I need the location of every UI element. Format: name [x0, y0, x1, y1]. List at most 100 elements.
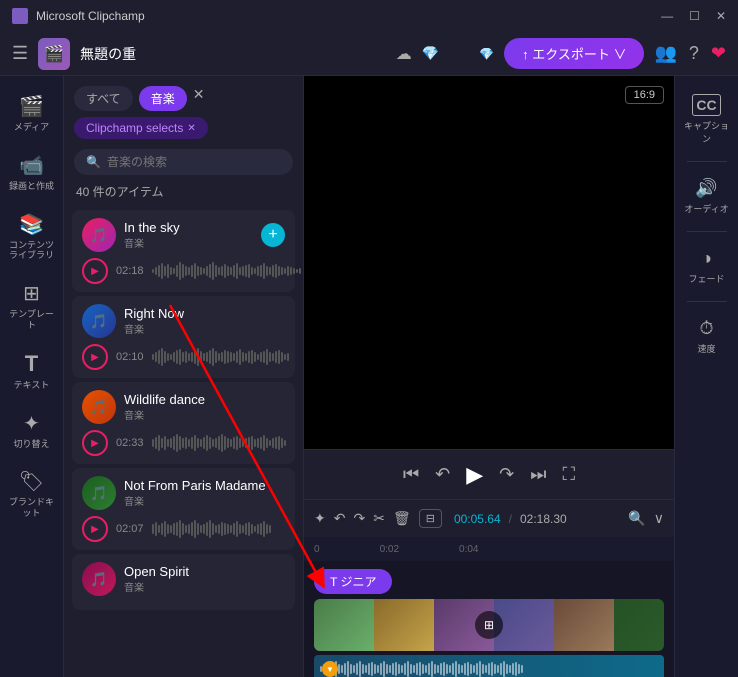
- music-item-3-waveform: [152, 433, 286, 453]
- music-item-4-controls: ▶ 02:07: [82, 516, 285, 542]
- audio-track[interactable]: ▼: [314, 655, 664, 677]
- play-button[interactable]: ▶: [466, 462, 483, 488]
- music-item-3[interactable]: 🎵 Wildlife dance 音楽 ▶ 02:33: [72, 382, 295, 464]
- music-item-1-title: In the sky: [124, 220, 253, 235]
- help-icon[interactable]: ?: [689, 43, 699, 64]
- video-track[interactable]: ⊞: [314, 599, 664, 651]
- app-title: Microsoft Clipchamp: [36, 9, 145, 23]
- seek-start-button[interactable]: ⏮: [403, 464, 419, 485]
- toolbar-right-actions: 👥 ? ❤: [654, 43, 726, 64]
- music-item-1-info: In the sky 音楽: [124, 220, 253, 250]
- sidebar-transitions-label: 切り替え: [13, 439, 49, 450]
- tag-close-icon[interactable]: ✕: [187, 123, 195, 134]
- sidebar-item-transitions[interactable]: ✦ 切り替え: [4, 403, 60, 458]
- search-input[interactable]: [107, 155, 281, 169]
- time-divider: /: [509, 512, 512, 526]
- music-item-1[interactable]: 🎵 In the sky 音楽 + ▶ 02:18: [72, 210, 295, 292]
- record-icon: 📹: [19, 153, 44, 178]
- music-item-2-duration: 02:10: [116, 351, 144, 363]
- filter-close-icon[interactable]: ✕: [193, 86, 205, 111]
- video-thumb-1: [314, 599, 374, 651]
- music-item-4-info: Not From Paris Madame 音楽: [124, 478, 285, 508]
- music-item-5[interactable]: 🎵 Open Spirit 音楽: [72, 554, 295, 610]
- timeline-redo-button[interactable]: ↷: [353, 510, 365, 527]
- timeline-cut-button[interactable]: ✂: [373, 510, 385, 527]
- tool-captions[interactable]: CC キャプション: [679, 86, 735, 153]
- project-title[interactable]: 無題の重: [80, 44, 386, 64]
- music-item-4-title: Not From Paris Madame: [124, 478, 285, 493]
- music-item-1-play-button[interactable]: ▶: [82, 258, 108, 284]
- filter-music[interactable]: 音楽: [139, 86, 187, 111]
- tool-separator-3: [687, 301, 727, 302]
- transitions-icon: ✦: [23, 411, 40, 436]
- close-button[interactable]: ✕: [716, 9, 726, 23]
- sidebar-item-record[interactable]: 📹 録画と作成: [4, 145, 60, 200]
- right-panel: 16:9 ⏮ ↶ ▶ ↷ ⏭ ⛶ ✦ ↶: [304, 76, 674, 677]
- music-item-4-play-button[interactable]: ▶: [82, 516, 108, 542]
- sidebar-library-label: コンテンツライブラリ: [8, 240, 56, 262]
- music-item-4[interactable]: 🎵 Not From Paris Madame 音楽 ▶ 02:07: [72, 468, 295, 550]
- timeline-undo-button[interactable]: ↶: [334, 510, 346, 527]
- music-item-2-play-button[interactable]: ▶: [82, 344, 108, 370]
- music-item-5-header: 🎵 Open Spirit 音楽: [82, 562, 285, 596]
- seek-end-button[interactable]: ⏭: [530, 464, 546, 485]
- timeline-tracks: T ジニア ⊞ ▼: [304, 561, 674, 677]
- tool-audio[interactable]: 🔊 オーディオ: [679, 170, 735, 223]
- cloud-save-icon[interactable]: ☁: [396, 44, 412, 64]
- music-item-5-subtitle: 音楽: [124, 579, 285, 594]
- window-controls[interactable]: — ☐ ✕: [661, 9, 726, 23]
- timeline-delete-button[interactable]: 🗑: [393, 510, 411, 527]
- audio-icon: 🔊: [695, 178, 717, 199]
- export-button[interactable]: ↑ エクスポート ∨: [504, 38, 644, 69]
- music-item-2-header: 🎵 Right Now 音楽: [82, 304, 285, 338]
- fullscreen-button[interactable]: ⛶: [562, 464, 575, 485]
- music-item-2-thumb: 🎵: [82, 304, 116, 338]
- skip-back-button[interactable]: ↶: [435, 464, 450, 485]
- music-item-3-thumb: 🎵: [82, 390, 116, 424]
- clipchamp-selects-tag[interactable]: Clipchamp selects ✕: [74, 117, 208, 139]
- text-track-label: T ジニア: [330, 573, 376, 590]
- video-thumb-5: [554, 599, 614, 651]
- app-logo: 🎬: [38, 38, 70, 70]
- music-item-1-header: 🎵 In the sky 音楽 +: [82, 218, 285, 252]
- filter-tabs: すべて 音楽 ✕: [64, 76, 303, 117]
- filter-all[interactable]: すべて: [74, 86, 133, 111]
- sidebar-item-library[interactable]: 📚 コンテンツライブラリ: [4, 204, 60, 270]
- minimize-button[interactable]: —: [661, 9, 673, 23]
- timeline-expand-button[interactable]: ∨: [654, 510, 664, 527]
- tool-speed[interactable]: ⏱ 速度: [679, 310, 735, 363]
- music-item-4-subtitle: 音楽: [124, 493, 285, 508]
- maximize-button[interactable]: ☐: [689, 9, 700, 23]
- heart-icon[interactable]: ❤: [711, 43, 726, 64]
- timeline-zoom-button[interactable]: 🔍: [628, 510, 645, 527]
- music-item-3-play-button[interactable]: ▶: [82, 430, 108, 456]
- music-item-4-header: 🎵 Not From Paris Madame 音楽: [82, 476, 285, 510]
- hamburger-menu[interactable]: ☰: [12, 43, 28, 64]
- sidebar-item-brand[interactable]: 🏷 ブランドキット: [4, 461, 60, 527]
- timeline-split-button[interactable]: ⊟: [419, 509, 442, 528]
- music-item-1-duration: 02:18: [116, 265, 144, 277]
- gem-badge-icon: 💎: [422, 45, 439, 62]
- tool-fade[interactable]: ◑ フェード: [679, 240, 735, 293]
- text-track-pill[interactable]: T ジニア: [314, 569, 392, 594]
- tool-speed-label: 速度: [697, 342, 715, 355]
- sidebar-item-media[interactable]: 🎬 メディア: [4, 86, 60, 141]
- tool-captions-label: キャプション: [683, 119, 731, 145]
- sidebar-item-text[interactable]: T テキスト: [4, 343, 60, 399]
- media-icon: 🎬: [19, 94, 44, 119]
- sidebar-item-templates[interactable]: ⊞ テンプレート: [4, 273, 60, 339]
- music-item-2-subtitle: 音楽: [124, 321, 285, 336]
- skip-forward-button[interactable]: ↷: [499, 464, 514, 485]
- music-item-1-waveform: [152, 261, 301, 281]
- audio-waveform: [320, 661, 658, 677]
- timeline-ruler: 0 0:02 0:04: [304, 537, 674, 561]
- skip-back-icon: ↶: [435, 464, 450, 484]
- share-icon[interactable]: 👥: [654, 43, 676, 64]
- music-item-2[interactable]: 🎵 Right Now 音楽 ▶ 02:10: [72, 296, 295, 378]
- music-item-1-add-button[interactable]: +: [261, 223, 285, 247]
- total-time: 02:18.30: [520, 512, 567, 526]
- timeline-add-button[interactable]: ✦: [314, 510, 326, 527]
- text-track: T ジニア: [314, 567, 664, 595]
- video-thumb-4: [494, 599, 554, 651]
- playback-controls: ⏮ ↶ ▶ ↷ ⏭ ⛶: [304, 449, 674, 499]
